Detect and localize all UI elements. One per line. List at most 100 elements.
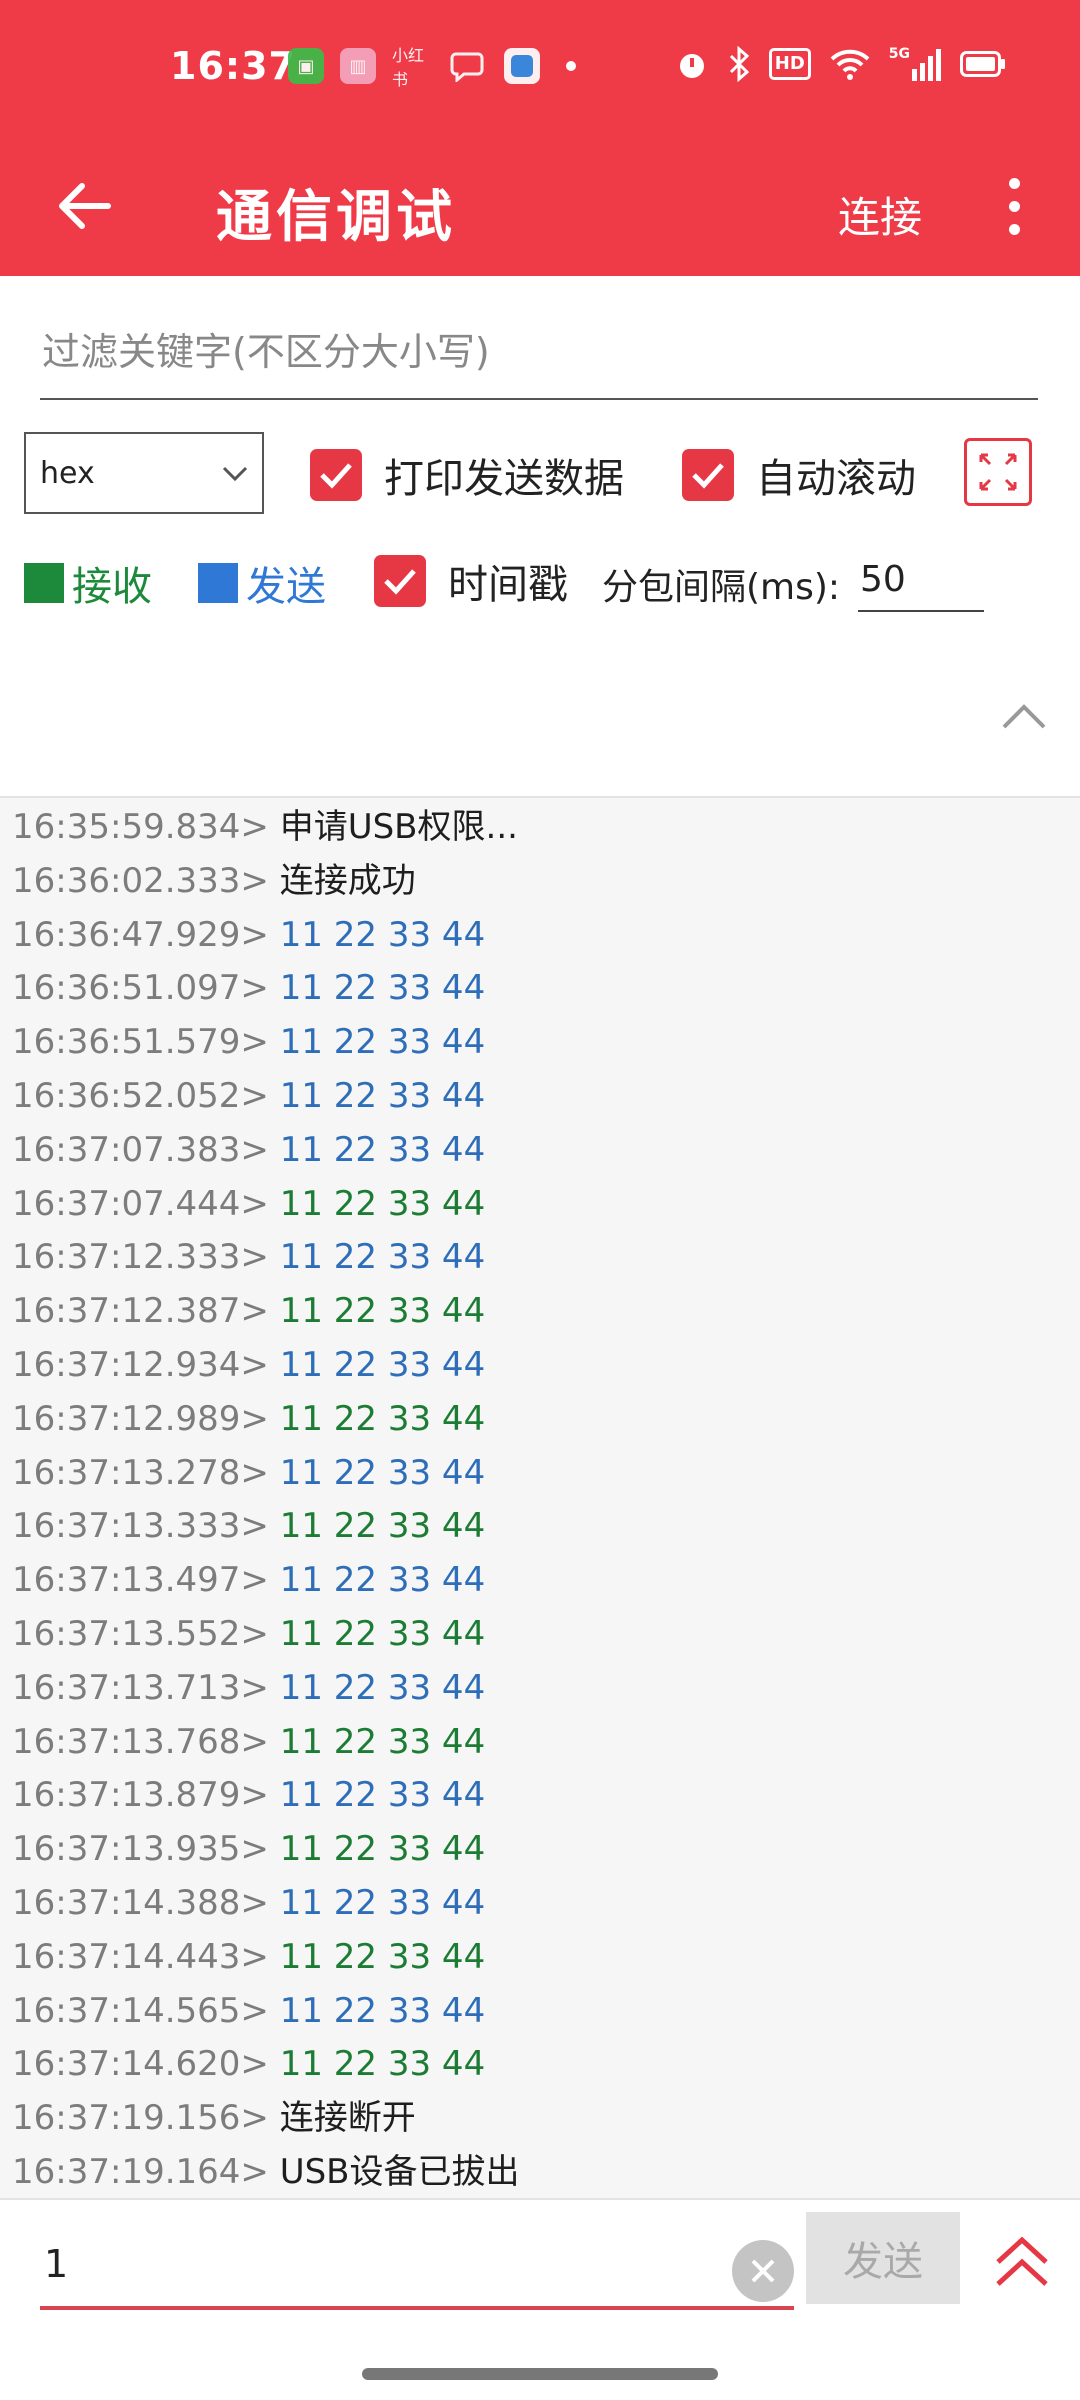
scroll-to-top-button[interactable] [986, 2226, 1058, 2298]
log-line: 16:36:51.097> 11 22 33 44 [12, 961, 485, 1015]
print-send-checkbox[interactable]: 打印发送数据 [310, 446, 624, 504]
hd-icon: HD [768, 46, 811, 82]
collapse-button[interactable] [996, 694, 1052, 738]
log-line: 16:37:12.989> 11 22 33 44 [12, 1392, 485, 1446]
log-message: 连接成功 [279, 860, 416, 901]
top-bar: 16:37 ▣ ▥ 小红书 HD 5G 通信调试 连接 [0, 0, 1080, 276]
xiaohongshu-text-icon: 小红书 [392, 46, 425, 89]
status-right-icons: HD 5G [675, 46, 1006, 82]
log-message: 11 22 33 44 [279, 1452, 486, 1493]
log-line: 16:37:13.768> 11 22 33 44 [12, 1715, 485, 1769]
status-bar: 16:37 ▣ ▥ 小红书 HD 5G [0, 0, 1080, 136]
interval-field [858, 548, 984, 612]
more-menu-button[interactable] [990, 164, 1038, 248]
format-select[interactable]: hex [24, 432, 264, 514]
log-timestamp: 16:36:47.929> [12, 914, 269, 955]
log-message: 11 22 33 44 [279, 1614, 486, 1654]
log-message: 11 22 33 44 [279, 1990, 486, 2031]
log-message: USB设备已拔出 [279, 2152, 520, 2192]
log-line: 16:36:02.333> 连接成功 [12, 854, 416, 908]
print-send-label: 打印发送数据 [384, 456, 624, 502]
clear-input-button[interactable] [732, 2240, 794, 2302]
filter-input[interactable] [40, 308, 1038, 396]
double-chevron-up-icon [996, 2236, 1048, 2286]
log-timestamp: 16:37:13.497> [12, 1560, 269, 1601]
log-timestamp: 16:37:07.444> [12, 1183, 269, 1224]
status-time: 16:37 [170, 44, 296, 88]
send-input[interactable] [40, 2224, 794, 2304]
dot-icon [1008, 177, 1020, 189]
arrow-left-icon [59, 183, 111, 229]
status-app-icons: ▣ ▥ 小红书 [288, 46, 576, 89]
log-panel[interactable]: 16:35:59.834> 申请USB权限... 16:36:02.333> 连接… [0, 796, 1080, 2198]
send-legend: 发送 [198, 554, 326, 612]
interval-input[interactable] [858, 548, 984, 610]
log-line: 16:37:19.156> 连接断开 [12, 2091, 416, 2145]
log-timestamp: 16:37:19.156> [12, 2098, 269, 2139]
receive-color-swatch [24, 563, 64, 603]
log-timestamp: 16:37:12.333> [12, 1237, 269, 1278]
log-line: 16:35:59.834> 申请USB权限... [12, 800, 518, 854]
log-message: 11 22 33 44 [279, 968, 486, 1009]
dot-icon [1008, 223, 1020, 235]
log-line: 16:36:52.052> 11 22 33 44 [12, 1069, 485, 1123]
timestamp-label: 时间戳 [448, 562, 568, 608]
log-line: 16:37:13.713> 11 22 33 44 [12, 1661, 485, 1715]
battery-icon [960, 46, 1006, 82]
log-timestamp: 16:37:12.387> [12, 1291, 269, 1332]
fullscreen-button[interactable] [964, 438, 1032, 506]
dot-icon [1008, 200, 1020, 212]
5g-signal-icon: 5G [889, 46, 942, 82]
log-line: 16:37:07.444> 11 22 33 44 [12, 1177, 485, 1231]
log-timestamp: 16:36:51.097> [12, 968, 269, 1009]
blue-app-icon [504, 48, 540, 84]
checkbox-checked-icon [374, 555, 426, 607]
log-line: 16:37:13.935> 11 22 33 44 [12, 1822, 485, 1876]
home-indicator[interactable] [362, 2368, 718, 2380]
format-selected-value: hex [40, 455, 95, 491]
log-timestamp: 16:37:13.333> [12, 1506, 269, 1547]
log-timestamp: 16:37:14.388> [12, 1883, 269, 1923]
log-timestamp: 16:37:13.552> [12, 1614, 269, 1654]
log-timestamp: 16:37:13.879> [12, 1775, 269, 1816]
log-line: 16:37:07.383> 11 22 33 44 [12, 1123, 485, 1177]
connect-button[interactable]: 连接 [838, 184, 922, 245]
close-icon [751, 2259, 775, 2283]
log-timestamp: 16:37:13.713> [12, 1667, 269, 1708]
filter-field [40, 308, 1038, 400]
chevron-down-icon [222, 466, 248, 482]
log-timestamp: 16:37:19.164> [12, 2152, 269, 2192]
log-message: 11 22 33 44 [279, 1721, 486, 1762]
log-message: 11 22 33 44 [279, 1667, 486, 1708]
pink-app-icon: ▥ [340, 48, 376, 84]
checkbox-checked-icon [682, 449, 734, 501]
log-message: 11 22 33 44 [279, 1022, 486, 1063]
auto-scroll-checkbox[interactable]: 自动滚动 [682, 446, 916, 504]
timestamp-checkbox[interactable]: 时间戳 [374, 552, 568, 610]
back-button[interactable] [46, 168, 122, 244]
log-timestamp: 16:37:13.278> [12, 1452, 269, 1493]
log-timestamp: 16:36:51.579> [12, 1022, 269, 1063]
send-color-swatch [198, 563, 238, 603]
log-timestamp: 16:35:59.834> [12, 807, 269, 847]
log-timestamp: 16:37:12.934> [12, 1345, 269, 1385]
log-line: 16:36:47.929> 11 22 33 44 [12, 908, 485, 962]
log-message: 11 22 33 44 [279, 1345, 486, 1385]
app-bar: 通信调试 连接 [0, 136, 1080, 276]
log-message: 11 22 33 44 [279, 1936, 486, 1977]
log-line: 16:37:14.388> 11 22 33 44 [12, 1876, 485, 1930]
log-line: 16:37:12.934> 11 22 33 44 [12, 1338, 485, 1392]
log-timestamp: 16:37:07.383> [12, 1129, 269, 1170]
log-message: 11 22 33 44 [279, 1129, 486, 1170]
send-button[interactable]: 发送 [806, 2212, 960, 2304]
receive-legend-label: 接收 [72, 564, 152, 610]
wifi-icon [829, 46, 871, 82]
alarm-icon [675, 46, 709, 82]
send-field [40, 2224, 794, 2310]
log-timestamp: 16:37:14.565> [12, 1990, 269, 2031]
log-line: 16:37:19.164> USB设备已拔出 [12, 2145, 520, 2198]
log-line: 16:37:14.620> 11 22 33 44 [12, 2037, 485, 2091]
log-line: 16:37:13.879> 11 22 33 44 [12, 1768, 485, 1822]
log-line: 16:36:51.579> 11 22 33 44 [12, 1015, 485, 1069]
log-message: 11 22 33 44 [279, 1775, 486, 1816]
